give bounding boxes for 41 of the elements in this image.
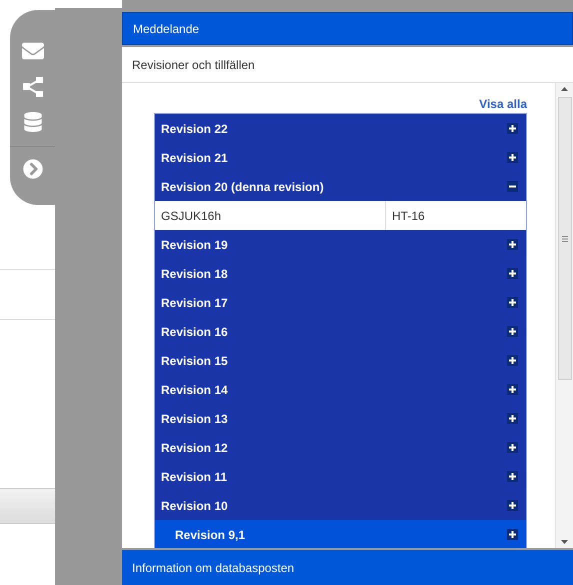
mail-icon[interactable]	[22, 40, 44, 62]
revision-row[interactable]: Revision 12	[155, 433, 526, 462]
plus-icon	[507, 268, 518, 279]
plus-icon	[507, 239, 518, 250]
nodes-icon[interactable]	[22, 76, 44, 98]
plus-icon	[507, 123, 518, 134]
scroll-down-icon	[561, 540, 568, 544]
plus-icon	[507, 384, 518, 395]
plus-icon	[507, 152, 518, 163]
scrollbar[interactable]	[555, 83, 573, 548]
show-all-link[interactable]: Visa alla	[479, 95, 527, 113]
section-title: Revisioner och tillfällen	[132, 56, 255, 74]
scroll-up-icon	[561, 87, 568, 91]
revision-row[interactable]: Revision 14	[155, 375, 526, 404]
plus-icon	[507, 500, 518, 511]
plus-icon	[507, 442, 518, 453]
list-bar	[0, 488, 55, 524]
revision-row[interactable]: Revision 21	[155, 143, 526, 172]
minus-icon	[507, 181, 518, 192]
database-icon[interactable]	[22, 112, 42, 132]
panel-footer: Information om databasposten	[122, 550, 573, 585]
revision-row[interactable]: Revision 16	[155, 317, 526, 346]
plus-icon	[507, 326, 518, 337]
revision-row[interactable]: Revision 10	[155, 491, 526, 520]
revision-row[interactable]: Revision 9,1	[155, 520, 526, 548]
plus-icon	[507, 297, 518, 308]
revision-row[interactable]: Revision 17	[155, 288, 526, 317]
revision-row[interactable]: Revision 19	[155, 230, 526, 259]
revision-row[interactable]: Revision 18	[155, 259, 526, 288]
plus-icon	[507, 355, 518, 366]
revision-row[interactable]: Revision 11	[155, 462, 526, 491]
detail-cell-text: HT-16	[391, 208, 426, 224]
revision-row[interactable]: Revision 22	[155, 114, 526, 143]
revision-row[interactable]: Revision 20 (denna revision)	[155, 172, 526, 201]
plus-icon	[507, 471, 518, 482]
revision-row[interactable]: Revision 13	[155, 404, 526, 433]
grip-icon	[562, 236, 568, 242]
revision-row[interactable]: Revision 15	[155, 346, 526, 375]
plus-icon	[507, 413, 518, 424]
plus-icon	[507, 529, 518, 540]
panel-header: Meddelande	[122, 12, 573, 45]
